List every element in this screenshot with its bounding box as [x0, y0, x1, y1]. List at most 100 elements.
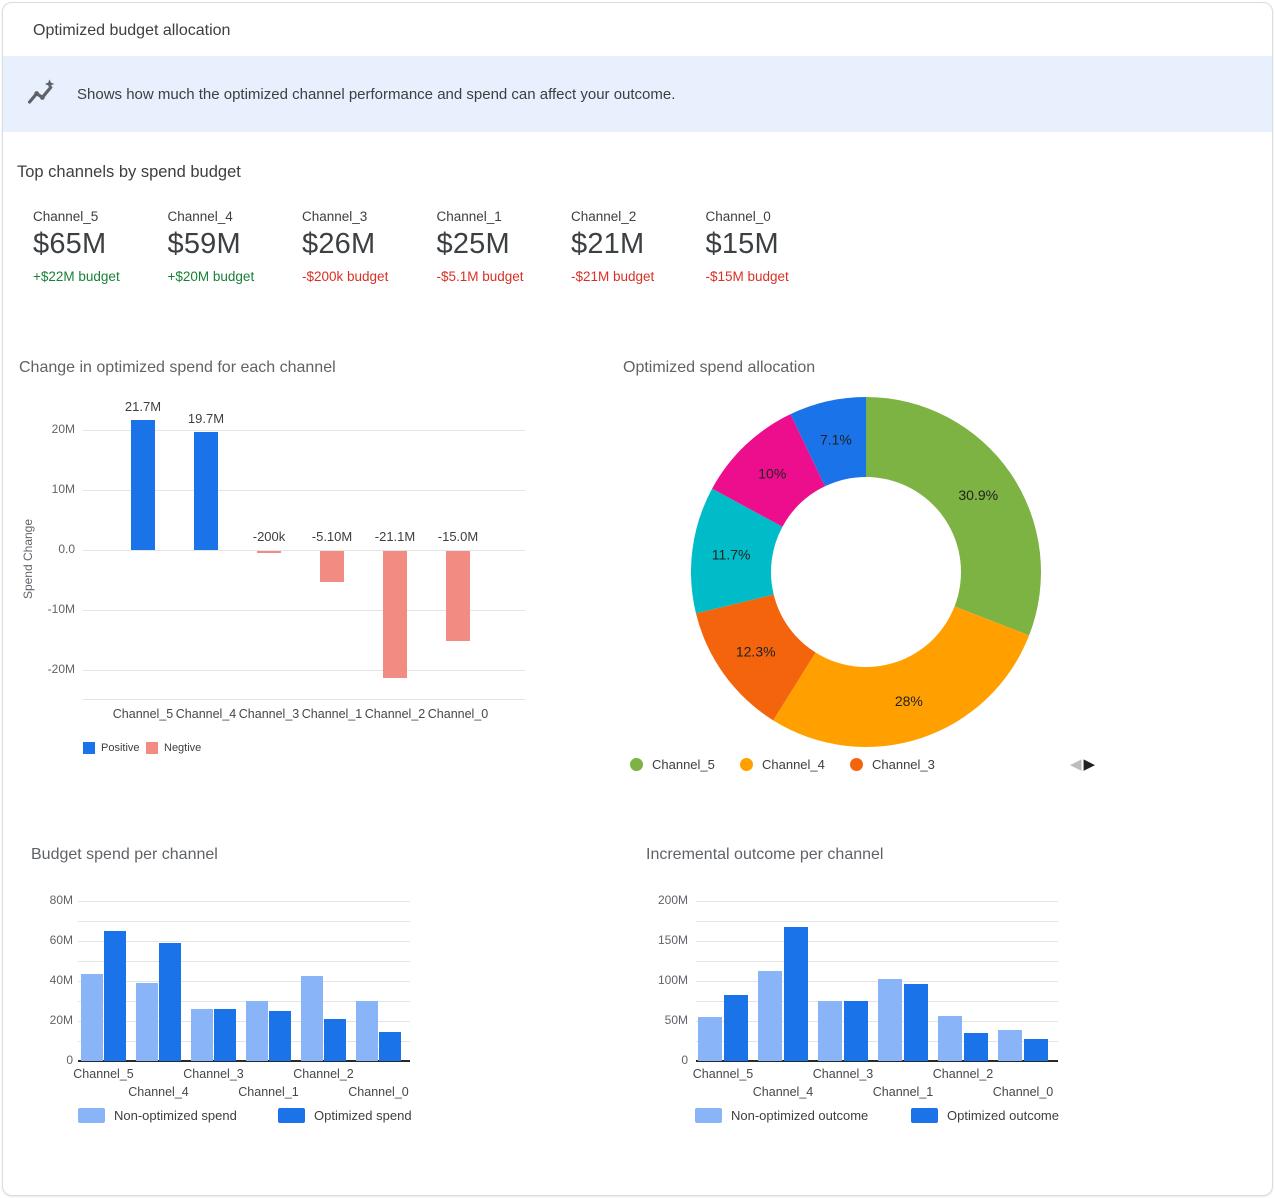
x-axis-label: Channel_5: [683, 1067, 763, 1081]
y-tick-label: 20M: [31, 1013, 73, 1027]
y-tick-label: 150M: [646, 933, 688, 947]
bar-channel_0-non-optimized[interactable]: [998, 1030, 1022, 1061]
legend-item[interactable]: Channel_4: [740, 757, 825, 772]
bar-channel_2-optimized[interactable]: [324, 1019, 346, 1061]
donut-slice-1[interactable]: [866, 397, 1041, 635]
gridline: [696, 1001, 1058, 1002]
gridline: [696, 981, 1058, 982]
chart-legend: Non-optimized outcome Optimized outcome: [695, 1108, 1125, 1124]
x-axis-label: Channel_4: [743, 1085, 823, 1099]
legend-swatch: [850, 758, 863, 771]
bar-channel_3-optimized[interactable]: [844, 1001, 868, 1061]
channel-name: Channel_4: [168, 209, 303, 224]
donut-slice-2[interactable]: [773, 606, 1029, 747]
bar-channel_0-optimized[interactable]: [1024, 1039, 1048, 1061]
channel-budget-delta: -$15M budget: [706, 269, 841, 284]
incremental-outcome-chart: Incremental outcome per channel 050M100M…: [646, 846, 1246, 1151]
bar-channel_3[interactable]: [257, 551, 281, 553]
bar-channel_5-non-optimized[interactable]: [81, 974, 103, 1061]
slice-label: 28%: [895, 693, 923, 709]
legend-item[interactable]: Optimized outcome: [911, 1108, 1059, 1123]
x-axis-label: Channel_1: [229, 1085, 309, 1099]
bar-channel_4-non-optimized[interactable]: [758, 971, 782, 1061]
bar-channel_0[interactable]: [446, 551, 470, 641]
legend-label: Optimized spend: [314, 1108, 412, 1123]
gridline: [78, 941, 410, 942]
bar-channel_4-optimized[interactable]: [159, 943, 181, 1061]
bar-channel_0-optimized[interactable]: [379, 1032, 401, 1061]
channel-spend-value: $21M: [571, 228, 706, 261]
legend-item[interactable]: Negtive: [146, 742, 201, 754]
y-tick-label: -20M: [33, 662, 75, 676]
y-tick-label: -10M: [33, 602, 75, 616]
banner-text: Shows how much the optimized channel per…: [77, 86, 675, 103]
legend-item[interactable]: Non-optimized spend: [78, 1108, 237, 1123]
channel-card-channel_0: Channel_0$15M-$15M budget: [706, 209, 841, 284]
x-axis-label: Channel_5: [108, 707, 178, 721]
bar-channel_5[interactable]: [131, 420, 155, 550]
legend-swatch: [78, 1108, 105, 1123]
legend-pager: ◀▶: [1070, 757, 1095, 772]
gridline: [696, 941, 1058, 942]
bar-channel_3-non-optimized[interactable]: [191, 1009, 213, 1061]
plot-area: [696, 893, 1058, 1061]
x-axis-label: Channel_1: [863, 1085, 943, 1099]
budget-spend-chart: Budget spend per channel 020M40M60M80M C…: [31, 846, 621, 1151]
legend-item[interactable]: Non-optimized outcome: [695, 1108, 868, 1123]
bar-channel_5-optimized[interactable]: [724, 995, 748, 1061]
y-tick-label: 0.0: [33, 542, 75, 556]
slice-label: 30.9%: [958, 487, 998, 503]
legend-prev-icon[interactable]: ◀: [1070, 756, 1082, 773]
x-axis-label: Channel_4: [119, 1085, 199, 1099]
bar-channel_1-non-optimized[interactable]: [246, 1001, 268, 1061]
bar-channel_2[interactable]: [383, 551, 407, 678]
gridline: [78, 961, 410, 962]
legend-label: Channel_4: [762, 757, 825, 772]
bar-channel_1-optimized[interactable]: [269, 1011, 291, 1061]
bar-channel_0-non-optimized[interactable]: [356, 1001, 378, 1061]
channel-spend-value: $25M: [437, 228, 572, 261]
legend-next-icon[interactable]: ▶: [1084, 756, 1096, 773]
bar-channel_4[interactable]: [194, 432, 218, 550]
bar-channel_4-optimized[interactable]: [784, 927, 808, 1061]
gridline: [696, 1021, 1058, 1022]
y-tick-label: 60M: [31, 933, 73, 947]
chart-title: Incremental outcome per channel: [646, 846, 883, 864]
bar-channel_1[interactable]: [320, 551, 344, 582]
y-tick-label: 0: [31, 1053, 73, 1067]
legend-item[interactable]: Optimized spend: [278, 1108, 412, 1123]
channel-budget-delta: +$20M budget: [168, 269, 303, 284]
chart-title: Optimized spend allocation: [623, 359, 815, 377]
bar-channel_5-optimized[interactable]: [104, 931, 126, 1061]
gridline: [78, 981, 410, 982]
bar-channel_4-non-optimized[interactable]: [136, 983, 158, 1061]
channel-card-channel_5: Channel_5$65M+$22M budget: [33, 209, 168, 284]
bar-channel_3-non-optimized[interactable]: [818, 1001, 842, 1061]
channel-budget-delta: -$21M budget: [571, 269, 706, 284]
y-tick-label: 10M: [33, 482, 75, 496]
plot-area: 21.7M19.7M-200k-5.10M-21.1M-15.0M: [83, 418, 525, 700]
bar-channel_2-optimized[interactable]: [964, 1033, 988, 1061]
bar-channel_1-optimized[interactable]: [904, 984, 928, 1061]
gridline: [78, 901, 410, 902]
bar-channel_5-non-optimized[interactable]: [698, 1017, 722, 1061]
channel-card-channel_1: Channel_1$25M-$5.1M budget: [437, 209, 572, 284]
bar-value-label: -15.0M: [421, 529, 495, 544]
slice-label: 11.7%: [712, 546, 751, 562]
bar-channel_2-non-optimized[interactable]: [938, 1016, 962, 1061]
x-axis-label: Channel_0: [339, 1085, 419, 1099]
bar-channel_3-optimized[interactable]: [214, 1009, 236, 1061]
legend-item[interactable]: Channel_5: [630, 757, 715, 772]
y-tick-label: 200M: [646, 893, 688, 907]
x-axis-label: Channel_5: [64, 1067, 144, 1081]
page-title: Optimized budget allocation: [33, 22, 230, 40]
channel-card-channel_2: Channel_2$21M-$21M budget: [571, 209, 706, 284]
legend-item[interactable]: Channel_3: [850, 757, 935, 772]
chart-legend: Non-optimized spend Optimized spend: [78, 1108, 498, 1124]
legend-item[interactable]: Positive: [83, 742, 140, 754]
bar-channel_2-non-optimized[interactable]: [301, 976, 323, 1061]
gridline: [83, 670, 525, 671]
bar-channel_1-non-optimized[interactable]: [878, 979, 902, 1061]
legend-swatch: [146, 742, 158, 754]
plot-area: [78, 891, 410, 1061]
